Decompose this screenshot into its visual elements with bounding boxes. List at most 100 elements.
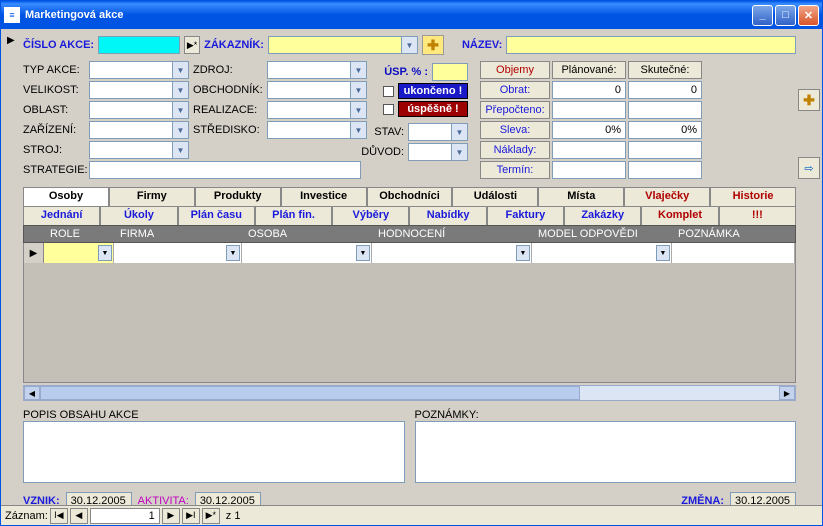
- cell-model[interactable]: ▼: [532, 243, 672, 263]
- zdroj-combo[interactable]: ▼: [267, 61, 367, 79]
- oblast-combo[interactable]: ▼: [89, 101, 189, 119]
- obchodnik-label: OBCHODNÍK:: [193, 84, 263, 96]
- close-button[interactable]: ✕: [798, 5, 819, 26]
- scroll-left-button[interactable]: ◀: [24, 386, 40, 400]
- tab-nabidky[interactable]: Nabídky: [409, 206, 486, 225]
- tab-mista[interactable]: Místa: [538, 187, 624, 206]
- usp-input[interactable]: [432, 63, 468, 81]
- zakaznik-combo[interactable]: ▼: [268, 36, 418, 54]
- cell-role[interactable]: ▼: [44, 243, 114, 263]
- obrat-button[interactable]: Obrat:: [480, 81, 550, 99]
- popis-textarea[interactable]: [23, 421, 405, 483]
- tab-obchodnici[interactable]: Obchodníci: [367, 187, 453, 206]
- cell-osoba[interactable]: ▼: [242, 243, 372, 263]
- zakaznik-add-button[interactable]: ✚: [422, 35, 444, 55]
- poznamky-textarea[interactable]: [415, 421, 797, 483]
- cislo-akce-input[interactable]: [98, 36, 180, 54]
- naklady-plan-value[interactable]: [552, 141, 626, 159]
- stav-label: STAV:: [374, 126, 404, 138]
- cell-hodnoceni[interactable]: ▼: [372, 243, 532, 263]
- stav-combo[interactable]: ▼: [408, 123, 468, 141]
- nav-last-button[interactable]: ▶I: [182, 508, 200, 524]
- tab-jednani[interactable]: Jednání: [23, 206, 100, 225]
- side-exit-button[interactable]: ⇨: [798, 157, 820, 179]
- zarizeni-label: ZAŘÍZENÍ:: [23, 124, 85, 136]
- prepocteno-button[interactable]: Přepočteno:: [480, 101, 550, 119]
- prepocteno-plan-value[interactable]: [552, 101, 626, 119]
- col-role: ROLE: [44, 228, 114, 240]
- poznamky-label: POZNÁMKY:: [415, 409, 797, 421]
- tab-zakazky[interactable]: Zakázky: [564, 206, 641, 225]
- cell-poznamka[interactable]: [672, 243, 795, 263]
- horizontal-scrollbar[interactable]: ◀ ▶: [23, 385, 796, 401]
- obrat-plan-value[interactable]: 0: [552, 81, 626, 99]
- tab-faktury[interactable]: Faktury: [487, 206, 564, 225]
- planovane-header: Plánované:: [552, 61, 626, 79]
- naklady-button[interactable]: Náklady:: [480, 141, 550, 159]
- nav-new-button[interactable]: ▶*: [202, 508, 220, 524]
- obchodnik-combo[interactable]: ▼: [267, 81, 367, 99]
- tab-ukoly[interactable]: Úkoly: [100, 206, 177, 225]
- strategie-label: STRATEGIE:: [23, 164, 85, 176]
- tab-osoby[interactable]: Osoby: [23, 187, 109, 206]
- termin-skut-value[interactable]: [628, 161, 702, 179]
- velikost-combo[interactable]: ▼: [89, 81, 189, 99]
- sleva-skut-value[interactable]: 0%: [628, 121, 702, 139]
- strategie-input[interactable]: [89, 161, 361, 179]
- ukonceno-checkbox[interactable]: [383, 86, 394, 97]
- tab-alert[interactable]: !!!: [719, 206, 796, 225]
- termin-button[interactable]: Termín:: [480, 161, 550, 179]
- cislo-seek-button[interactable]: ▶*: [184, 36, 200, 54]
- tab-produkty[interactable]: Produkty: [195, 187, 281, 206]
- tab-vlajecky[interactable]: Vlaječky: [624, 187, 710, 206]
- zarizeni-combo[interactable]: ▼: [89, 121, 189, 139]
- side-plus-button[interactable]: ✚: [798, 89, 820, 111]
- nav-first-button[interactable]: I◀: [50, 508, 68, 524]
- grid-header: ROLE FIRMA OSOBA HODNOCENÍ MODEL ODPOVĚD…: [23, 225, 796, 243]
- duvod-combo[interactable]: ▼: [408, 143, 468, 161]
- grid-row[interactable]: ▶ ▼ ▼ ▼ ▼ ▼: [24, 243, 795, 263]
- grid-body[interactable]: ▶ ▼ ▼ ▼ ▼ ▼: [23, 243, 796, 383]
- prepocteno-skut-value[interactable]: [628, 101, 702, 119]
- naklady-skut-value[interactable]: [628, 141, 702, 159]
- nav-prev-button[interactable]: ◀: [70, 508, 88, 524]
- termin-plan-value[interactable]: [552, 161, 626, 179]
- aktivita-value: 30.12.2005: [195, 492, 261, 505]
- record-marker-icon: ▶: [7, 35, 15, 46]
- row-selector-icon[interactable]: ▶: [24, 243, 44, 263]
- tab-plan-fin[interactable]: Plán fin.: [255, 206, 332, 225]
- objemy-button[interactable]: Objemy: [480, 61, 550, 79]
- tab-historie[interactable]: Historie: [710, 187, 796, 206]
- uspesne-checkbox[interactable]: [383, 104, 394, 115]
- sleva-plan-value[interactable]: 0%: [552, 121, 626, 139]
- skutecne-header: Skutečné:: [628, 61, 702, 79]
- nazev-input[interactable]: [506, 36, 796, 54]
- minimize-button[interactable]: _: [752, 5, 773, 26]
- realizace-combo[interactable]: ▼: [267, 101, 367, 119]
- stroj-label: STROJ:: [23, 144, 85, 156]
- typ-akce-combo[interactable]: ▼: [89, 61, 189, 79]
- stredisko-label: STŘEDISKO:: [193, 124, 263, 136]
- duvod-label: DŮVOD:: [361, 146, 404, 158]
- tab-firmy[interactable]: Firmy: [109, 187, 195, 206]
- stredisko-combo[interactable]: ▼: [267, 121, 367, 139]
- scroll-thumb[interactable]: [40, 386, 580, 400]
- obrat-skut-value[interactable]: 0: [628, 81, 702, 99]
- tab-plan-casu[interactable]: Plán času: [178, 206, 255, 225]
- nav-next-button[interactable]: ▶: [162, 508, 180, 524]
- scroll-right-button[interactable]: ▶: [779, 386, 795, 400]
- tab-investice[interactable]: Investice: [281, 187, 367, 206]
- titlebar[interactable]: ≡ Marketingová akce _ □ ✕: [1, 1, 822, 29]
- record-number[interactable]: 1: [90, 508, 160, 524]
- tab-udalosti[interactable]: Události: [452, 187, 538, 206]
- record-of: z 1: [226, 510, 241, 522]
- maximize-button[interactable]: □: [775, 5, 796, 26]
- tab-row-2: Jednání Úkoly Plán času Plán fin. Výběry…: [23, 206, 796, 225]
- tab-komplet[interactable]: Komplet: [641, 206, 718, 225]
- sleva-button[interactable]: Sleva:: [480, 121, 550, 139]
- cell-firma[interactable]: ▼: [114, 243, 242, 263]
- tab-vybery[interactable]: Výběry: [332, 206, 409, 225]
- zmena-value: 30.12.2005: [730, 492, 796, 505]
- col-model: MODEL ODPOVĚDI: [532, 228, 672, 240]
- stroj-combo[interactable]: ▼: [89, 141, 189, 159]
